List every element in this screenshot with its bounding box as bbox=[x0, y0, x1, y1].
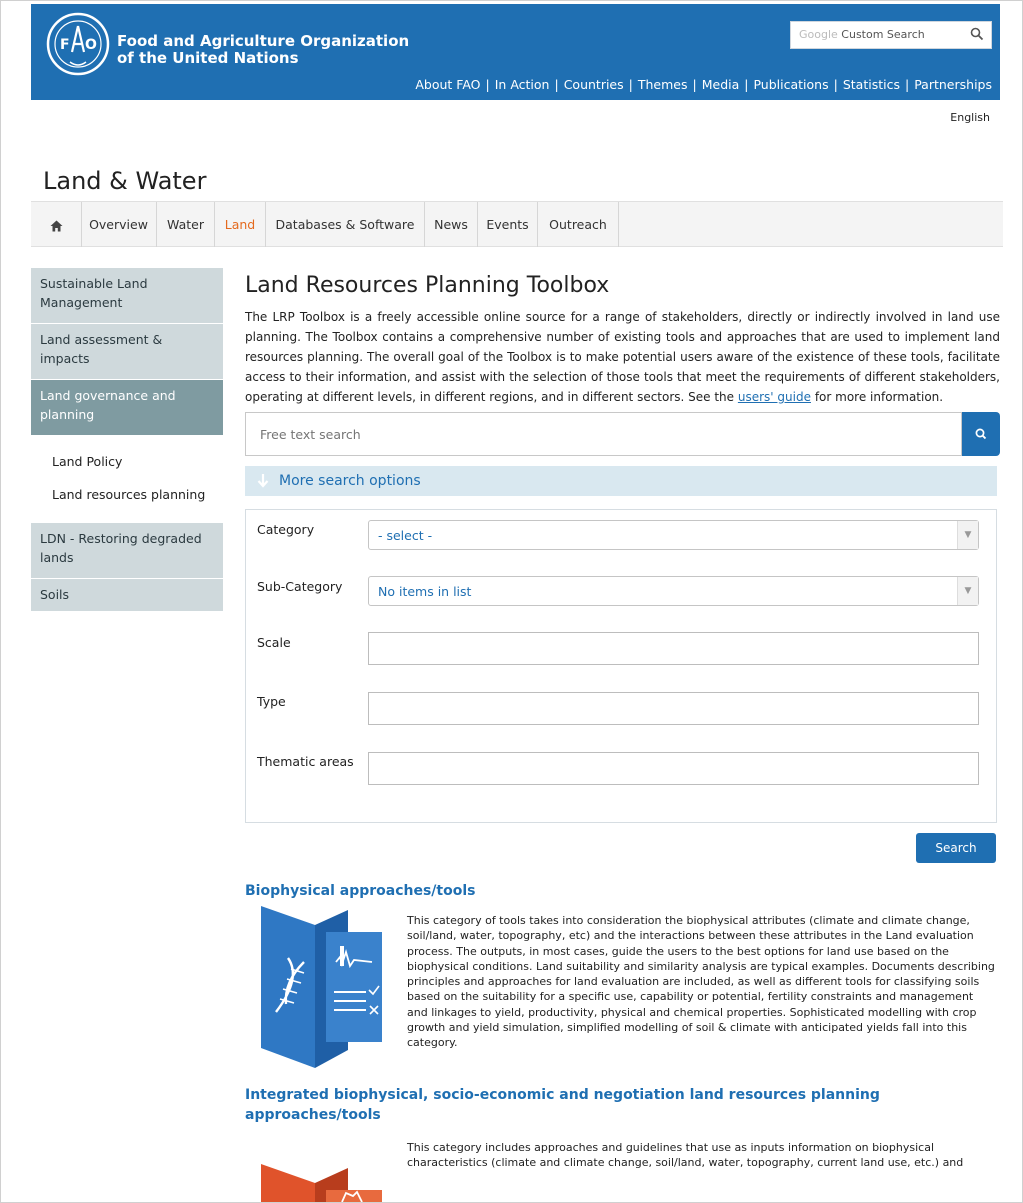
site-header: F O Food and Agriculture Organization of… bbox=[31, 4, 1000, 100]
sidebar-item-sustainable-land-management[interactable]: Sustainable Land Management bbox=[31, 268, 223, 324]
fao-logo-icon[interactable]: F O bbox=[46, 12, 110, 76]
free-text-search-input[interactable] bbox=[258, 426, 942, 443]
category-title-biophysical[interactable]: Biophysical approaches/tools bbox=[245, 881, 475, 901]
topnav-media[interactable]: Media bbox=[702, 77, 740, 92]
nav-water[interactable]: Water bbox=[157, 202, 215, 247]
search-icon[interactable] bbox=[970, 27, 984, 41]
org-name-line1: Food and Agriculture Organization bbox=[117, 32, 410, 50]
nav-databases-software[interactable]: Databases & Software bbox=[266, 202, 425, 247]
section-navbar: Overview Water Land Databases & Software… bbox=[31, 201, 1003, 247]
topnav-in-action[interactable]: In Action bbox=[495, 77, 550, 92]
free-text-search-field[interactable] bbox=[245, 412, 962, 456]
search-button[interactable]: Search bbox=[916, 833, 996, 863]
category-description-integrated: This category includes approaches and gu… bbox=[407, 1141, 964, 1170]
topnav-about[interactable]: About FAO bbox=[415, 77, 480, 92]
more-search-options-toggle[interactable]: More search options bbox=[245, 466, 997, 496]
arrow-down-icon bbox=[257, 474, 269, 488]
topnav-countries[interactable]: Countries bbox=[564, 77, 624, 92]
sidebar-item-soils[interactable]: Soils bbox=[31, 579, 223, 612]
topnav-themes[interactable]: Themes bbox=[638, 77, 688, 92]
site-title[interactable]: Land & Water bbox=[43, 167, 206, 195]
scale-label: Scale bbox=[257, 635, 291, 650]
sidebar-subitem-land-resources-planning[interactable]: Land resources planning bbox=[52, 487, 205, 502]
type-label: Type bbox=[257, 694, 286, 709]
topnav-publications[interactable]: Publications bbox=[753, 77, 828, 92]
category-select[interactable]: - select - ▼ bbox=[368, 520, 979, 550]
org-name[interactable]: Food and Agriculture Organization of the… bbox=[117, 33, 409, 67]
nav-land[interactable]: Land bbox=[215, 202, 266, 247]
more-search-options-label: More search options bbox=[279, 473, 421, 489]
intro-paragraph: The LRP Toolbox is a freely accessible o… bbox=[245, 307, 1000, 407]
category-title-integrated-line1: Integrated biophysical, socio-economic a… bbox=[245, 1087, 880, 1103]
nav-news[interactable]: News bbox=[425, 202, 478, 247]
dna-document-icon[interactable] bbox=[258, 900, 384, 1070]
topnav-statistics[interactable]: Statistics bbox=[843, 77, 900, 92]
thematic-areas-input[interactable] bbox=[368, 752, 979, 785]
category-description-biophysical: This category of tools takes into consid… bbox=[407, 914, 995, 1050]
sidebar-item-ldn[interactable]: LDN - Restoring degraded lands bbox=[31, 523, 223, 579]
search-icon bbox=[975, 428, 987, 440]
svg-text:F: F bbox=[60, 37, 70, 53]
org-name-line2: of the United Nations bbox=[117, 49, 299, 67]
subcategory-label: Sub-Category bbox=[257, 579, 343, 594]
topnav-partnerships[interactable]: Partnerships bbox=[914, 77, 992, 92]
sidebar-item-land-assessment[interactable]: Land assessment & impacts bbox=[31, 324, 223, 380]
nav-events[interactable]: Events bbox=[478, 202, 538, 247]
sidebar-item-land-governance[interactable]: Land governance and planning bbox=[31, 380, 223, 436]
sidebar-subitem-land-policy[interactable]: Land Policy bbox=[52, 454, 122, 469]
category-title-integrated-line2: approaches/tools bbox=[245, 1107, 381, 1123]
category-selected-value: - select - bbox=[378, 528, 433, 543]
home-icon bbox=[50, 220, 62, 231]
nav-outreach[interactable]: Outreach bbox=[538, 202, 619, 247]
custom-search-input[interactable]: Google Custom Search bbox=[790, 21, 992, 49]
nav-home[interactable] bbox=[31, 202, 82, 247]
language-link[interactable]: English bbox=[950, 111, 990, 124]
chevron-down-icon: ▼ bbox=[957, 521, 978, 549]
svg-text:O: O bbox=[85, 37, 97, 53]
scale-input[interactable] bbox=[368, 632, 979, 665]
intro-tail: for more information. bbox=[814, 390, 944, 404]
category-label: Category bbox=[257, 522, 315, 537]
subcategory-select[interactable]: No items in list ▼ bbox=[368, 576, 979, 606]
category-title-integrated[interactable]: Integrated biophysical, socio-economic a… bbox=[245, 1085, 880, 1125]
nav-overview[interactable]: Overview bbox=[81, 202, 157, 247]
top-navigation: About FAO | In Action | Countries | Themes | Med… bbox=[415, 77, 992, 92]
page-title: Land Resources Planning Toolbox bbox=[245, 273, 610, 298]
chevron-down-icon: ▼ bbox=[957, 577, 978, 605]
users-guide-link[interactable]: users' guide bbox=[738, 390, 811, 404]
page-frame: F O Food and Agriculture Organization of… bbox=[0, 0, 1023, 1203]
handshake-document-icon[interactable] bbox=[258, 1138, 384, 1202]
subcategory-selected-value: No items in list bbox=[378, 584, 472, 599]
search-branding: Google Custom Search bbox=[799, 28, 925, 41]
type-input[interactable] bbox=[368, 692, 979, 725]
thematic-areas-label: Thematic areas bbox=[257, 754, 354, 769]
free-text-search-button[interactable] bbox=[962, 412, 1000, 456]
